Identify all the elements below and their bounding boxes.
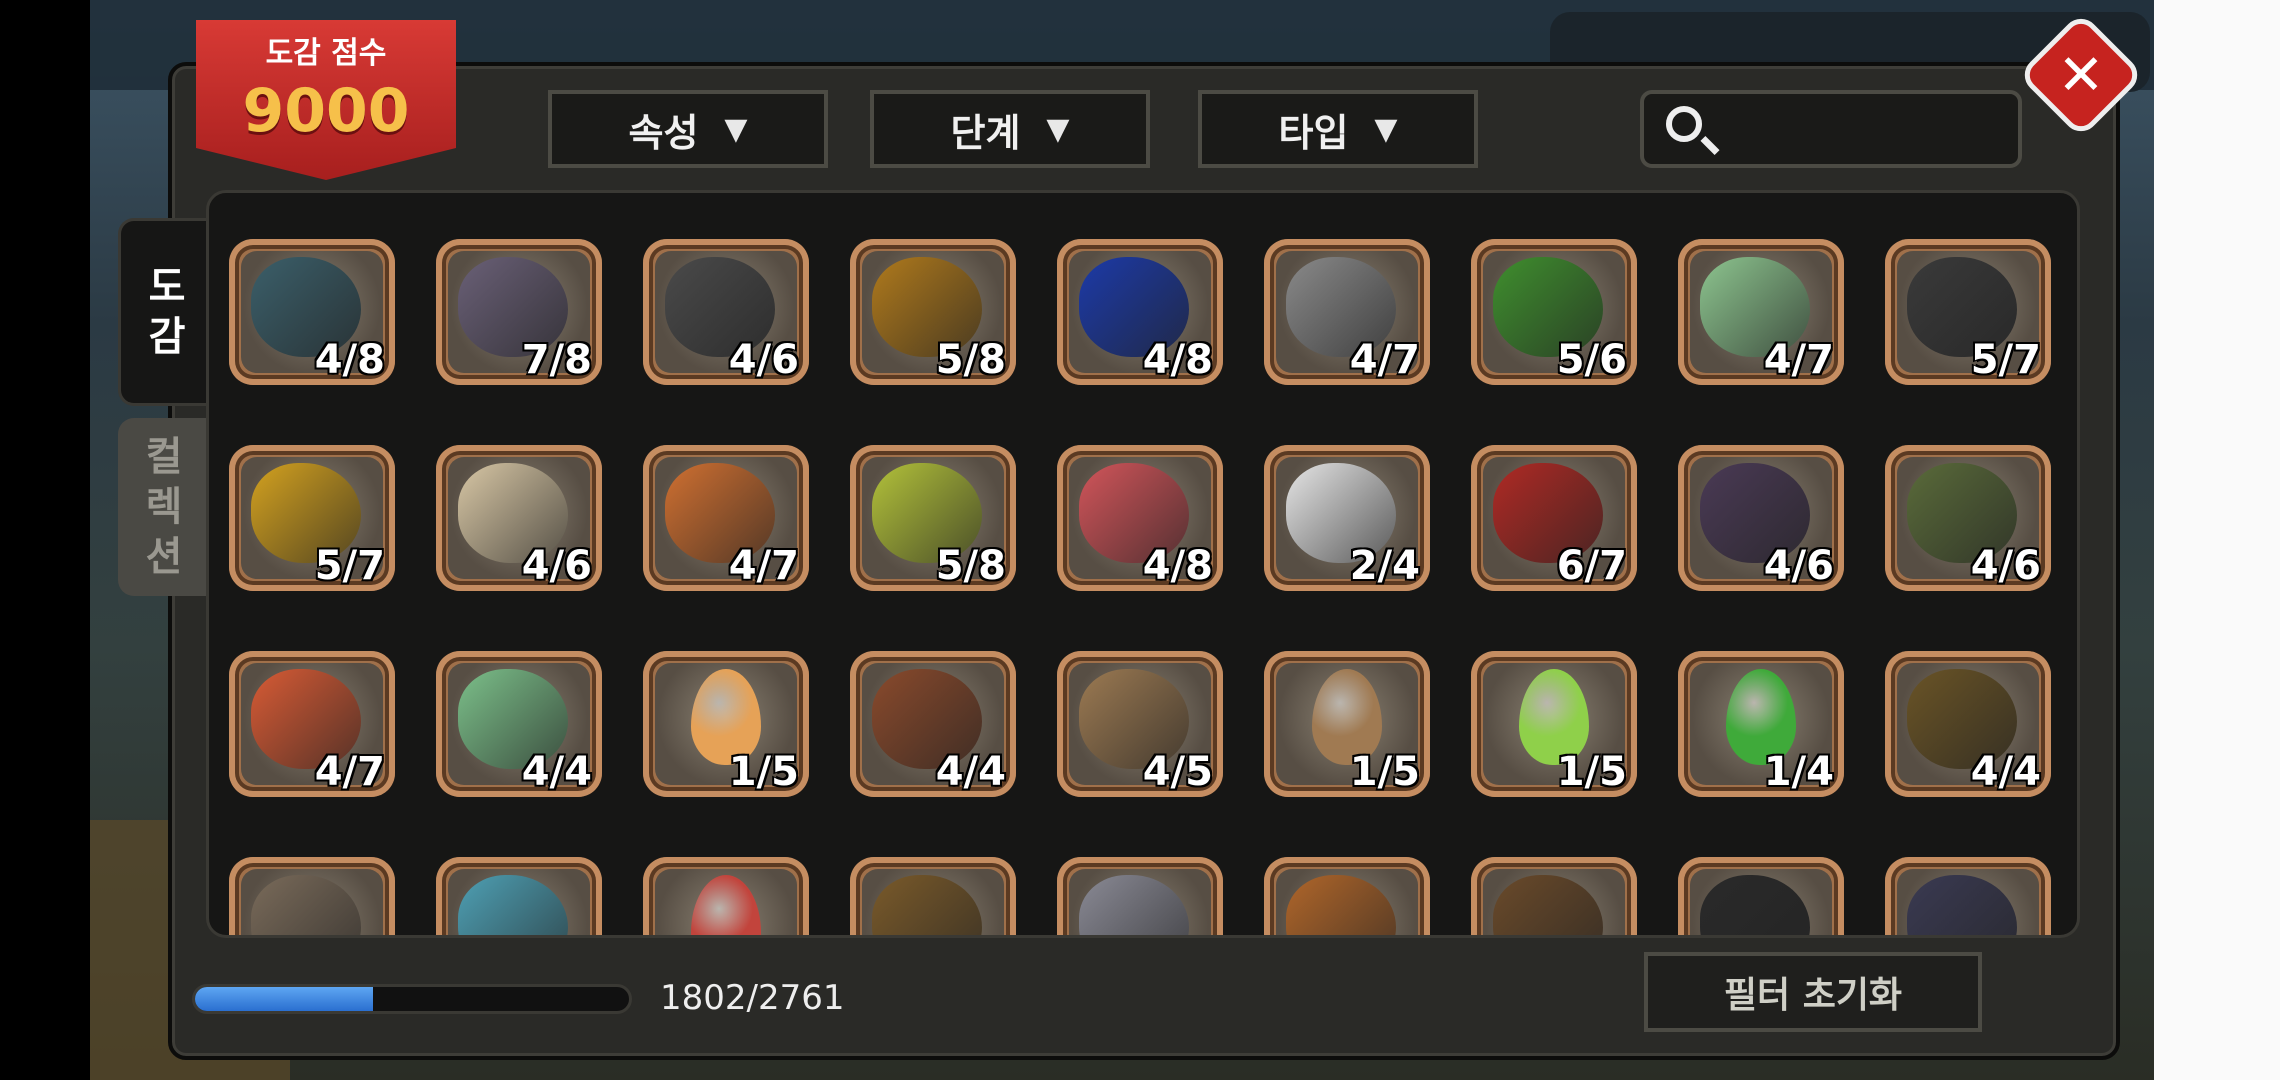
monster-card[interactable] [1885, 857, 2051, 935]
monster-card[interactable]: 1/5 [1264, 651, 1430, 797]
monster-count: 4/8 [1142, 337, 1213, 383]
progress-text: 1802/2761 [660, 978, 845, 1018]
monster-count: 4/7 [728, 543, 799, 589]
monster-count: 4/4 [1970, 749, 2041, 795]
monster-count: 4/5 [1142, 749, 1213, 795]
tab-encyclopedia[interactable]: 도 감 [118, 218, 213, 406]
monster-card[interactable]: 4/7 [643, 445, 809, 591]
monster-count: 1/4 [1763, 749, 1834, 795]
monster-card[interactable]: 4/7 [229, 651, 395, 797]
search-icon [1666, 106, 1702, 142]
monster-card[interactable]: 4/8 [229, 239, 395, 385]
monster-card[interactable]: 5/7 [1885, 239, 2051, 385]
monster-card[interactable] [1057, 857, 1223, 935]
collection-progress-bar [192, 984, 632, 1014]
monster-count: 5/7 [1970, 337, 2041, 383]
monster-card[interactable] [436, 857, 602, 935]
monster-count: 1/5 [728, 749, 799, 795]
monster-card[interactable]: 5/8 [850, 445, 1016, 591]
monster-card[interactable]: 1/5 [1471, 651, 1637, 797]
monster-count: 5/8 [935, 543, 1006, 589]
tab-collection-label: 컬 렉 션 [145, 434, 183, 580]
monster-count: 4/7 [314, 749, 385, 795]
monster-count: 4/6 [521, 543, 592, 589]
monster-card[interactable]: 1/5 [643, 651, 809, 797]
monster-card[interactable]: 7/8 [436, 239, 602, 385]
monster-count: 5/6 [1556, 337, 1627, 383]
monster-count: 1/5 [1349, 749, 1420, 795]
monster-card[interactable]: 4/4 [850, 651, 1016, 797]
chevron-down-icon: ▼ [1046, 111, 1070, 147]
monster-card[interactable]: 4/4 [436, 651, 602, 797]
filter-attribute-dropdown[interactable]: 속성 ▼ [548, 90, 828, 168]
filter-attribute-label: 속성 [628, 110, 699, 155]
reset-filter-button[interactable]: 필터 초기화 [1644, 952, 1982, 1032]
monster-count: 4/8 [314, 337, 385, 383]
monster-grid[interactable]: 4/8 7/8 4/6 5/8 4/8 4/7 5/6 4/7 5/7 5/7 4/6 4/7 5/8 4… [206, 190, 2080, 938]
reset-filter-label: 필터 초기화 [1723, 975, 1903, 1016]
monster-card[interactable] [643, 857, 809, 935]
monster-card[interactable]: 5/7 [229, 445, 395, 591]
tab-encyclopedia-label: 도 감 [148, 264, 186, 360]
monster-count: 6/7 [1556, 543, 1627, 589]
monster-card[interactable] [850, 857, 1016, 935]
close-icon: ✕ [2057, 42, 2105, 108]
monster-card[interactable]: 6/7 [1471, 445, 1637, 591]
score-value: 9000 [242, 76, 410, 146]
monster-card[interactable]: 2/4 [1264, 445, 1430, 591]
monster-count: 4/7 [1349, 337, 1420, 383]
score-badge: 도감 점수 9000 [196, 20, 456, 180]
monster-card[interactable]: 5/8 [850, 239, 1016, 385]
monster-count: 4/7 [1763, 337, 1834, 383]
monster-card[interactable]: 4/5 [1057, 651, 1223, 797]
monster-count: 5/8 [935, 337, 1006, 383]
monster-card[interactable] [1471, 857, 1637, 935]
monster-count: 4/6 [728, 337, 799, 383]
monster-count: 7/8 [521, 337, 592, 383]
monster-card[interactable]: 4/7 [1678, 239, 1844, 385]
monster-card[interactable]: 4/6 [1885, 445, 2051, 591]
monster-card[interactable]: 4/8 [1057, 239, 1223, 385]
monster-count: 4/6 [1763, 543, 1834, 589]
monster-count: 4/4 [521, 749, 592, 795]
monster-card[interactable] [1264, 857, 1430, 935]
monster-count: 2/4 [1349, 543, 1420, 589]
monster-count: 4/8 [1142, 543, 1213, 589]
monster-card[interactable] [229, 857, 395, 935]
screen-edge [2154, 0, 2280, 1080]
monster-count: 4/4 [935, 749, 1006, 795]
monster-card[interactable]: 4/6 [436, 445, 602, 591]
filter-stage-dropdown[interactable]: 단계 ▼ [870, 90, 1150, 168]
monster-card[interactable]: 4/4 [1885, 651, 2051, 797]
monster-card[interactable]: 4/8 [1057, 445, 1223, 591]
monster-count: 1/5 [1556, 749, 1627, 795]
monster-card[interactable] [1678, 857, 1844, 935]
search-input[interactable] [1640, 90, 2022, 168]
chevron-down-icon: ▼ [1374, 111, 1398, 147]
monster-card[interactable]: 4/7 [1264, 239, 1430, 385]
monster-count: 4/6 [1970, 543, 2041, 589]
score-label: 도감 점수 [265, 36, 387, 71]
progress-fill [195, 987, 374, 1011]
filter-type-dropdown[interactable]: 타입 ▼ [1198, 90, 1478, 168]
monster-card[interactable]: 1/4 [1678, 651, 1844, 797]
monster-card[interactable]: 5/6 [1471, 239, 1637, 385]
tab-collection[interactable]: 컬 렉 션 [118, 418, 210, 596]
chevron-down-icon: ▼ [724, 111, 748, 147]
filter-stage-label: 단계 [950, 110, 1021, 155]
monster-count: 5/7 [314, 543, 385, 589]
monster-card[interactable]: 4/6 [643, 239, 809, 385]
monster-card[interactable]: 4/6 [1678, 445, 1844, 591]
filter-type-label: 타입 [1278, 110, 1349, 155]
